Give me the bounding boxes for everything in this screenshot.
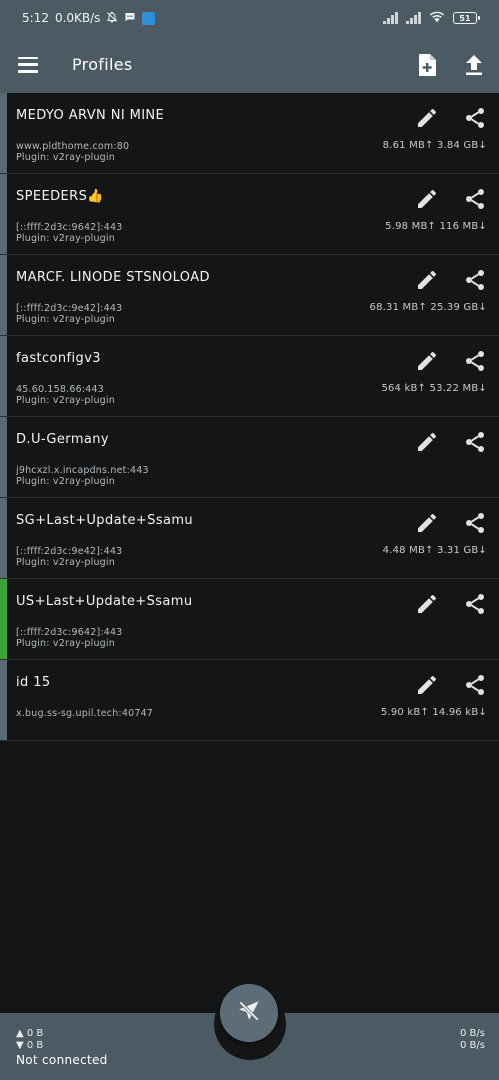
share-icon[interactable] [463, 511, 487, 535]
signal-icon [383, 12, 398, 24]
profile-name: MEDYO ARVN NI MINE [16, 108, 165, 123]
edit-icon[interactable] [415, 349, 439, 373]
profile-plugin: Plugin: v2ray-plugin [16, 395, 115, 406]
profile-address: 45.60.158.66:443 [16, 384, 104, 395]
profile-traffic: 4.48 MB↑ 3.31 GB↓ [382, 545, 487, 556]
profile-address: www.pldthome.com:80 [16, 141, 130, 152]
profile-plugin: Plugin: v2ray-plugin [16, 557, 115, 568]
plane-off-icon [236, 998, 262, 1028]
profile-row[interactable]: fastconfigv3 45.60.158.66:443 Plugin: v2ra… [0, 336, 499, 417]
profile-row[interactable]: MEDYO ARVN NI MINE www.pldthome.com:80 Plu… [0, 93, 499, 174]
profile-name: SG+Last+Update+Ssamu [16, 513, 194, 528]
connect-button[interactable] [220, 984, 278, 1042]
edit-icon[interactable] [415, 673, 439, 697]
profile-accent [0, 579, 7, 659]
share-icon[interactable] [463, 430, 487, 454]
share-icon[interactable] [463, 673, 487, 697]
traffic-totals: ▲ 0 B ▼ 0 B [16, 1028, 43, 1052]
upload-rate: 0 B/s [460, 1028, 485, 1039]
share-icon[interactable] [463, 349, 487, 373]
profile-accent [0, 498, 7, 578]
profile-name: fastconfigv3 [16, 351, 101, 366]
edit-icon[interactable] [415, 187, 439, 211]
share-icon[interactable] [463, 268, 487, 292]
profile-accent [0, 93, 7, 173]
download-total: ▼ 0 B [16, 1040, 44, 1051]
profile-name: US+Last+Update+Ssamu [16, 594, 193, 609]
profile-traffic: 5.90 kB↑ 14.96 kB↓ [380, 707, 487, 718]
profile-list: MEDYO ARVN NI MINE www.pldthome.com:80 Plu… [0, 93, 499, 741]
profile-traffic: 68.31 MB↑ 25.39 GB↓ [369, 302, 487, 313]
profile-address: j9hcxzl.x.incapdns.net:443 [16, 465, 149, 476]
edit-icon[interactable] [415, 511, 439, 535]
bell-off-icon [106, 11, 118, 25]
profile-plugin: Plugin: v2ray-plugin [16, 152, 115, 163]
profile-plugin: Plugin: v2ray-plugin [16, 638, 115, 649]
profile-accent [0, 417, 7, 497]
app-bar: Profiles [0, 36, 499, 93]
profile-accent [0, 660, 7, 740]
profile-accent [0, 174, 7, 254]
battery-icon: 51 [453, 12, 480, 24]
profile-row[interactable]: SPEEDERS👍[::ffff:2d3c:9642]:443 Plugin: v… [0, 174, 499, 255]
profile-accent [0, 255, 7, 335]
profile-name: SPEEDERS👍 [16, 189, 104, 204]
status-time: 5:12 [22, 11, 49, 25]
profile-plugin: Plugin: v2ray-plugin [16, 314, 115, 325]
menu-icon[interactable] [18, 55, 46, 75]
status-bar: 5:12 0.0KB/s 51 [0, 0, 499, 36]
share-icon[interactable] [463, 592, 487, 616]
upload-total: ▲ 0 B [16, 1028, 44, 1039]
profile-row[interactable]: SG+Last+Update+Ssamu[::ffff:2d3c:9e42]:4… [0, 498, 499, 579]
profile-row[interactable]: US+Last+Update+Ssamu[::ffff:2d3c:9642]:4… [0, 579, 499, 660]
profile-row[interactable]: MARCF. LINODE STSNOLOAD[::ffff:2d3c:9e42… [0, 255, 499, 336]
profile-accent [0, 336, 7, 416]
profile-address: [::ffff:2d3c:9e42]:443 [16, 546, 123, 557]
profile-address: [::ffff:2d3c:9642]:443 [16, 222, 123, 233]
add-file-icon[interactable] [417, 53, 437, 77]
profile-row[interactable]: D.U-Germany j9hcxzl.x.incapdns.net:443 Plu… [0, 417, 499, 498]
chat-icon [124, 11, 136, 25]
profile-name: id 15 [16, 675, 51, 690]
edit-icon[interactable] [415, 592, 439, 616]
profile-address: [::ffff:2d3c:9642]:443 [16, 627, 123, 638]
upload-icon[interactable] [465, 54, 483, 76]
status-speed: 0.0KB/s [54, 11, 101, 25]
profile-traffic: 5.98 MB↑ 116 MB↓ [385, 221, 487, 232]
signal-icon [406, 12, 421, 24]
connection-status: Not connected [16, 1053, 108, 1067]
edit-icon[interactable] [415, 106, 439, 130]
profile-traffic: 8.61 MB↑ 3.84 GB↓ [382, 140, 487, 151]
share-icon[interactable] [463, 106, 487, 130]
wifi-icon [429, 11, 445, 26]
profile-plugin: Plugin: v2ray-plugin [16, 233, 115, 244]
battery-level: 51 [459, 13, 471, 23]
traffic-rates: 0 B/s 0 B/s [460, 1028, 485, 1052]
download-rate: 0 B/s [460, 1040, 485, 1051]
app-icon [142, 11, 156, 25]
profile-name: D.U-Germany [16, 432, 109, 447]
profile-address: x.bug.ss-sg.upil.tech:40747 [16, 708, 154, 719]
profile-row[interactable]: id 15 x.bug.ss-sg.upil.tech:40747 5.90 kB↑… [0, 660, 499, 741]
profile-traffic: 564 kB↑ 53.22 MB↓ [381, 383, 487, 394]
profile-plugin: Plugin: v2ray-plugin [16, 476, 115, 487]
page-title: Profiles [72, 55, 133, 74]
share-icon[interactable] [463, 187, 487, 211]
edit-icon[interactable] [415, 268, 439, 292]
profile-name: MARCF. LINODE STSNOLOAD [16, 270, 210, 285]
profile-address: [::ffff:2d3c:9e42]:443 [16, 303, 123, 314]
edit-icon[interactable] [415, 430, 439, 454]
